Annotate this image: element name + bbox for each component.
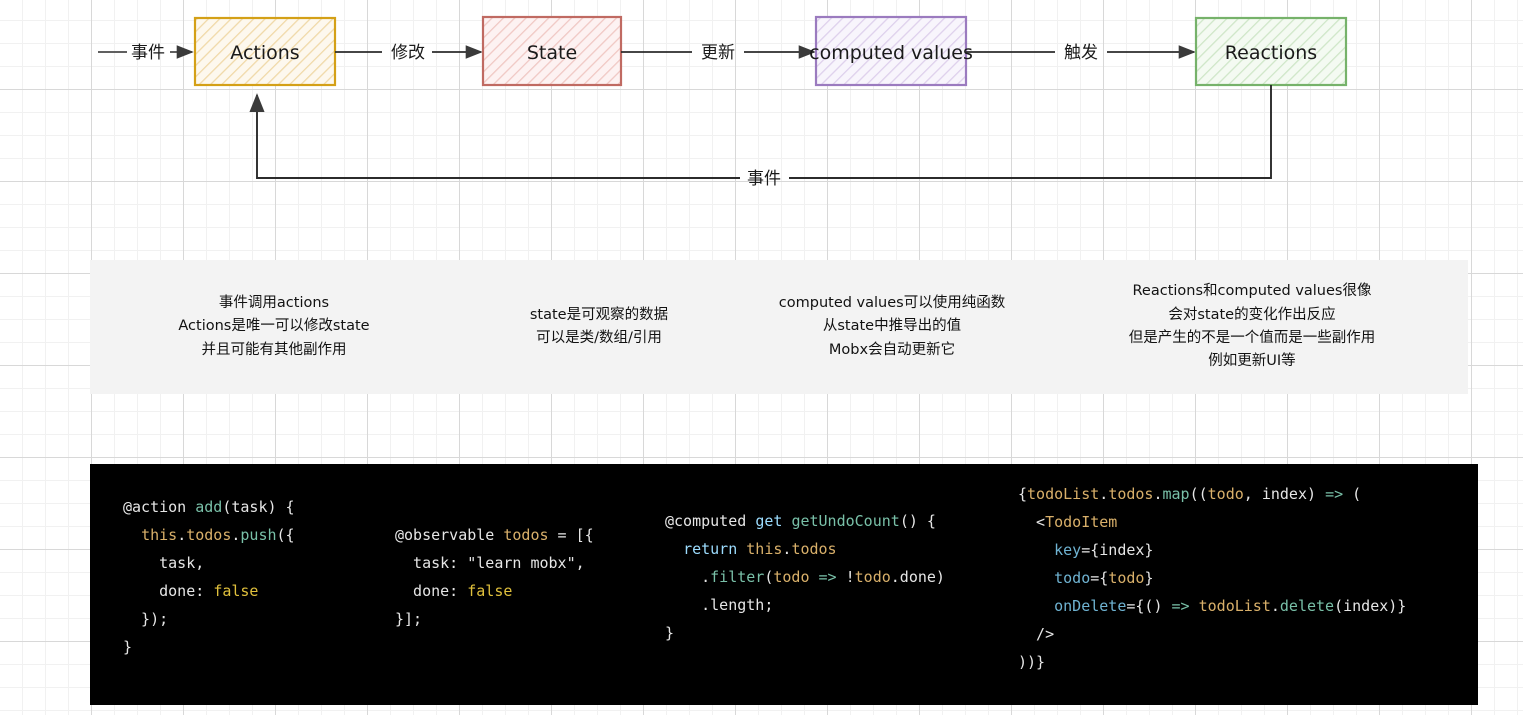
node-label-actions: Actions (230, 42, 299, 64)
node-computed-values[interactable]: computed values (809, 17, 973, 85)
edge-modify: 修改 (335, 43, 481, 63)
caption-reactions: Reactions和computed values很像 会对state的变化作出… (1052, 280, 1452, 374)
caption-computed-values: computed values可以使用纯函数 从state中推导出的值 Mobx… (742, 292, 1042, 362)
edge-label-modify: 修改 (391, 43, 425, 63)
edge-feedback: 事件 (257, 85, 1271, 189)
code-snippet-action: @action add(task) { this.todos.push({ ta… (123, 493, 295, 661)
mobx-flow-diagram: 事件 Actions 修改 State 更新 computed values 触… (0, 0, 1523, 230)
edge-label-update: 更新 (701, 43, 735, 63)
edge-update: 更新 (621, 43, 814, 63)
caption-state: state是可观察的数据 可以是类/数组/引用 (464, 304, 734, 351)
edge-label-event-in: 事件 (131, 43, 165, 63)
edge-event-in: 事件 (98, 43, 192, 63)
edge-trigger: 触发 (966, 43, 1194, 63)
edge-label-feedback: 事件 (747, 169, 781, 189)
code-snippet-observable: @observable todos = [{ task: "learn mobx… (395, 521, 594, 633)
node-state[interactable]: State (483, 17, 621, 85)
node-reactions[interactable]: Reactions (1196, 18, 1346, 85)
node-label-state: State (527, 42, 577, 64)
node-label-computed-values: computed values (809, 42, 973, 64)
edge-label-trigger: 触发 (1064, 43, 1098, 63)
code-panel: @action add(task) { this.todos.push({ ta… (90, 464, 1478, 705)
code-snippet-jsx: {todoList.todos.map((todo, index) => ( <… (1018, 480, 1406, 676)
node-label-reactions: Reactions (1225, 42, 1317, 64)
caption-band: 事件调用actions Actions是唯一可以修改state 并且可能有其他副… (90, 260, 1468, 394)
code-snippet-computed: @computed get getUndoCount() { return th… (665, 507, 945, 647)
node-actions[interactable]: Actions (195, 18, 335, 85)
caption-actions: 事件调用actions Actions是唯一可以修改state 并且可能有其他副… (94, 292, 454, 362)
